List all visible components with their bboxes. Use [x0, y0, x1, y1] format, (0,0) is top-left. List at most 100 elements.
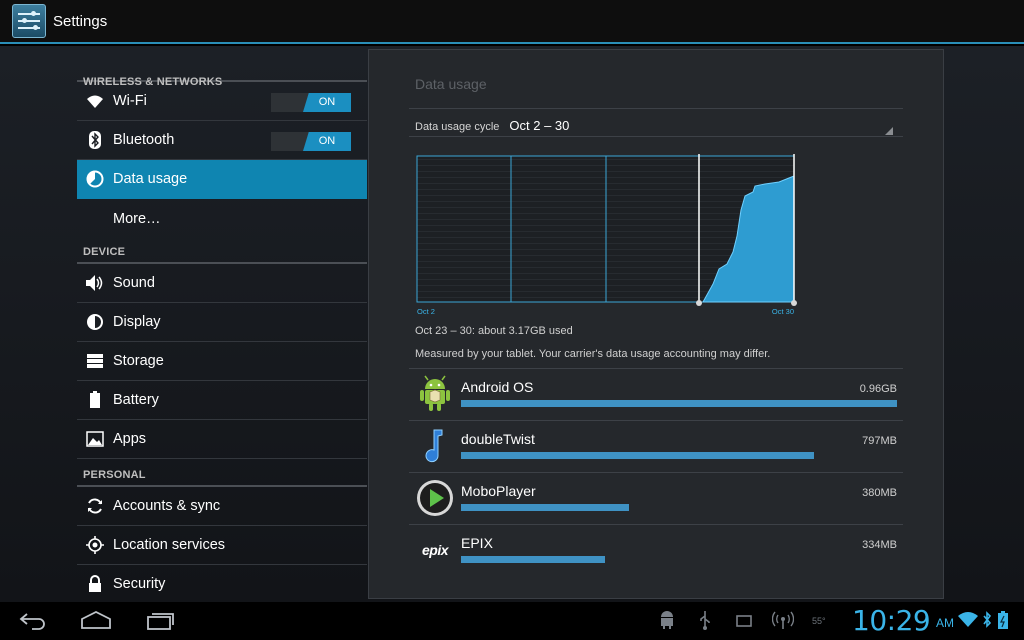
app-name: Android OS — [461, 379, 534, 395]
end-marker-handle[interactable] — [791, 300, 797, 306]
usage-bar-fill — [461, 452, 815, 459]
settings-item-data-usage[interactable]: Data usage — [77, 160, 367, 199]
action-bar: Settings — [0, 0, 1024, 44]
cycle-value: Oct 2 – 30 — [509, 118, 570, 133]
settings-item-label: Storage — [113, 353, 164, 369]
app-size: 380MB — [862, 487, 897, 499]
settings-item-accounts-sync[interactable]: Accounts & sync — [77, 487, 367, 526]
settings-item-security[interactable]: Security — [77, 565, 367, 602]
divider — [409, 136, 903, 137]
clock[interactable]: 10:29 — [852, 604, 931, 637]
usage-bar-fill — [461, 556, 605, 563]
data-usage-icon — [77, 170, 113, 188]
data-usage-chart[interactable]: Oct 2 Oct 30 — [415, 154, 798, 319]
temperature-readout: 55° — [812, 616, 826, 626]
usage-bar — [461, 556, 897, 563]
measured-note: Measured by your tablet. Your carrier's … — [415, 348, 771, 360]
settings-item-sound[interactable]: Sound — [77, 264, 367, 303]
storage-icon — [77, 353, 113, 369]
data-usage-panel: Data usage Data usage cycle Oct 2 – 30 O… — [368, 49, 944, 599]
toggle-on-label: ON — [303, 132, 351, 151]
speaker-icon — [77, 274, 113, 292]
main-area: WIRELESS & NETWORKS Wi-Fi ON Bluetooth O… — [0, 46, 1024, 602]
app-name: MoboPlayer — [461, 483, 536, 499]
settings-item-label: Battery — [113, 392, 159, 408]
settings-item-storage[interactable]: Storage — [77, 342, 367, 381]
settings-item-label: Data usage — [113, 171, 188, 187]
home-button[interactable] — [80, 610, 112, 635]
settings-item-label: Bluetooth — [113, 132, 175, 148]
usage-summary: Oct 23 – 30: about 3.17GB used — [415, 325, 573, 337]
settings-item-label: Accounts & sync — [113, 498, 221, 514]
hotspot-icon — [771, 610, 795, 635]
start-marker-handle[interactable] — [696, 300, 702, 306]
toggle-on-label: ON — [303, 93, 351, 112]
app-usage-row[interactable]: MoboPlayer 380MB — [409, 472, 903, 524]
settings-list[interactable]: WIRELESS & NETWORKS Wi-Fi ON Bluetooth O… — [77, 46, 367, 602]
panel-title: Data usage — [415, 76, 487, 92]
settings-item-more[interactable]: More… — [77, 199, 367, 238]
wifi-icon — [77, 93, 113, 109]
app-size: 0.96GB — [859, 383, 897, 395]
chart-end-label: Oct 30 — [772, 307, 794, 316]
bluetooth-toggle[interactable]: ON — [271, 132, 351, 151]
location-target-icon — [77, 536, 113, 554]
settings-item-label: Display — [113, 314, 161, 330]
divider — [409, 108, 903, 109]
bluetooth-icon — [77, 131, 113, 149]
screen-icon — [735, 610, 753, 635]
android-icon — [415, 374, 455, 414]
back-button[interactable] — [18, 610, 48, 635]
settings-item-label: Sound — [113, 275, 155, 291]
app-usage-list[interactable]: Android OS 0.96GB doubleTwist 797MB Mobo… — [409, 368, 903, 576]
chart-start-label: Oct 2 — [417, 307, 435, 316]
app-title: Settings — [53, 12, 108, 30]
section-header-device: DEVICE — [77, 238, 367, 264]
cycle-label: Data usage cycle — [415, 121, 500, 133]
app-name: doubleTwist — [461, 431, 535, 447]
android-debug-icon — [658, 610, 676, 635]
app-usage-row[interactable]: doubleTwist 797MB — [409, 420, 903, 472]
app-usage-row[interactable]: Android OS 0.96GB — [409, 368, 903, 420]
settings-item-wifi[interactable]: Wi-Fi ON — [77, 82, 367, 121]
settings-item-apps[interactable]: Apps — [77, 420, 367, 459]
system-bar: 55° 10:29 AM — [0, 602, 1024, 640]
section-header-personal: PERSONAL — [77, 459, 367, 487]
data-usage-cycle-spinner[interactable]: Data usage cycle Oct 2 – 30 — [415, 118, 569, 133]
usage-bar — [461, 400, 897, 407]
bluetooth-status-icon — [982, 610, 992, 635]
spinner-arrow-icon[interactable] — [885, 127, 893, 135]
app-name: EPIX — [461, 535, 493, 551]
usage-bar — [461, 504, 897, 511]
recent-apps-button[interactable] — [146, 610, 176, 635]
settings-item-location[interactable]: Location services — [77, 526, 367, 565]
settings-app-icon[interactable] — [12, 4, 46, 38]
settings-item-label: Location services — [113, 537, 226, 553]
music-note-icon — [415, 426, 455, 466]
usage-bar-fill — [461, 400, 897, 407]
settings-item-bluetooth[interactable]: Bluetooth ON — [77, 121, 367, 160]
settings-item-label: More… — [113, 210, 161, 227]
settings-item-display[interactable]: Display — [77, 303, 367, 342]
lock-icon — [77, 575, 113, 593]
apps-image-icon — [77, 431, 113, 447]
app-size: 797MB — [862, 435, 897, 447]
usage-bar-fill — [461, 504, 629, 511]
wifi-toggle[interactable]: ON — [271, 93, 351, 112]
usb-icon — [698, 610, 712, 635]
settings-item-battery[interactable]: Battery — [77, 381, 367, 420]
clock-ampm: AM — [936, 616, 954, 630]
wifi-signal-icon — [957, 610, 979, 633]
sync-icon — [77, 497, 113, 515]
play-icon — [415, 478, 455, 518]
settings-item-label: Apps — [113, 431, 147, 447]
app-usage-row[interactable]: epix EPIX 334MB — [409, 524, 903, 576]
battery-status-icon — [997, 610, 1009, 635]
section-header-wireless: WIRELESS & NETWORKS — [77, 46, 367, 88]
settings-item-label: Wi-Fi — [113, 93, 147, 109]
app-size: 334MB — [862, 539, 897, 551]
brightness-icon — [77, 312, 113, 332]
usage-bar — [461, 452, 897, 459]
battery-icon — [77, 391, 113, 409]
epix-logo-icon: epix — [421, 542, 449, 558]
